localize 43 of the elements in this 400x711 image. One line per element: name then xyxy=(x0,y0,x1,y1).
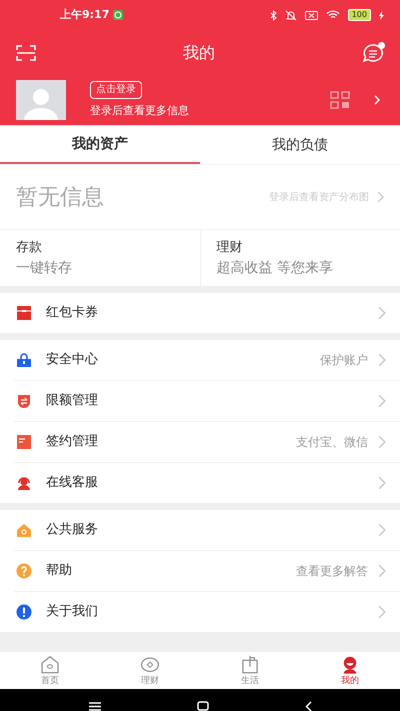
wifi-icon xyxy=(326,10,340,20)
chevron-right-icon xyxy=(377,191,384,203)
chevron-right-icon xyxy=(378,564,386,578)
bluetooth-icon xyxy=(270,10,277,20)
scan-icon[interactable] xyxy=(16,44,36,60)
shortcut-card[interactable]: 理财 超高收益 等您来享 xyxy=(200,230,400,286)
chevron-right-icon xyxy=(378,353,386,367)
chevron-right-icon xyxy=(378,306,386,320)
shield-icon xyxy=(16,393,32,409)
sim-icon xyxy=(304,10,318,20)
shortcut-subtitle: 超高收益 等您来享 xyxy=(216,258,334,278)
coin-icon xyxy=(139,655,161,674)
chevron-right-icon xyxy=(378,605,386,619)
login-hint: 登录后查看更多信息 xyxy=(90,102,189,119)
gift-icon xyxy=(16,305,32,321)
shortcut-card[interactable]: 存款 一键转存 xyxy=(0,230,200,286)
chevron-right-icon[interactable] xyxy=(374,95,380,105)
message-icon[interactable] xyxy=(362,42,384,63)
info-icon xyxy=(16,604,32,620)
battery-level: 100 xyxy=(348,9,371,21)
mute-icon xyxy=(284,10,297,20)
home-button-icon[interactable] xyxy=(196,701,208,711)
chevron-right-icon xyxy=(378,435,386,449)
no-info-text: 暂无信息 xyxy=(16,184,104,212)
document-icon xyxy=(16,434,32,450)
lock-icon xyxy=(16,352,32,368)
home-icon xyxy=(39,655,61,674)
menu-icon[interactable] xyxy=(88,702,100,710)
shortcut-title: 理财 xyxy=(216,239,244,257)
charging-icon xyxy=(379,10,384,20)
app-notification-icon xyxy=(113,10,124,20)
chevron-right-icon xyxy=(378,523,386,537)
status-time: 上午9:17 xyxy=(60,6,110,23)
chevron-right-icon xyxy=(378,476,386,490)
shortcut-title: 存款 xyxy=(16,239,43,257)
login-button[interactable]: 点击登录 xyxy=(90,80,142,99)
back-icon[interactable] xyxy=(304,700,312,711)
page-title: 我的 xyxy=(182,42,216,64)
headset-icon xyxy=(16,475,32,491)
shortcut-subtitle: 一键转存 xyxy=(16,258,73,278)
chevron-right-icon xyxy=(378,394,386,408)
house-icon xyxy=(16,522,32,538)
question-icon xyxy=(16,563,32,579)
